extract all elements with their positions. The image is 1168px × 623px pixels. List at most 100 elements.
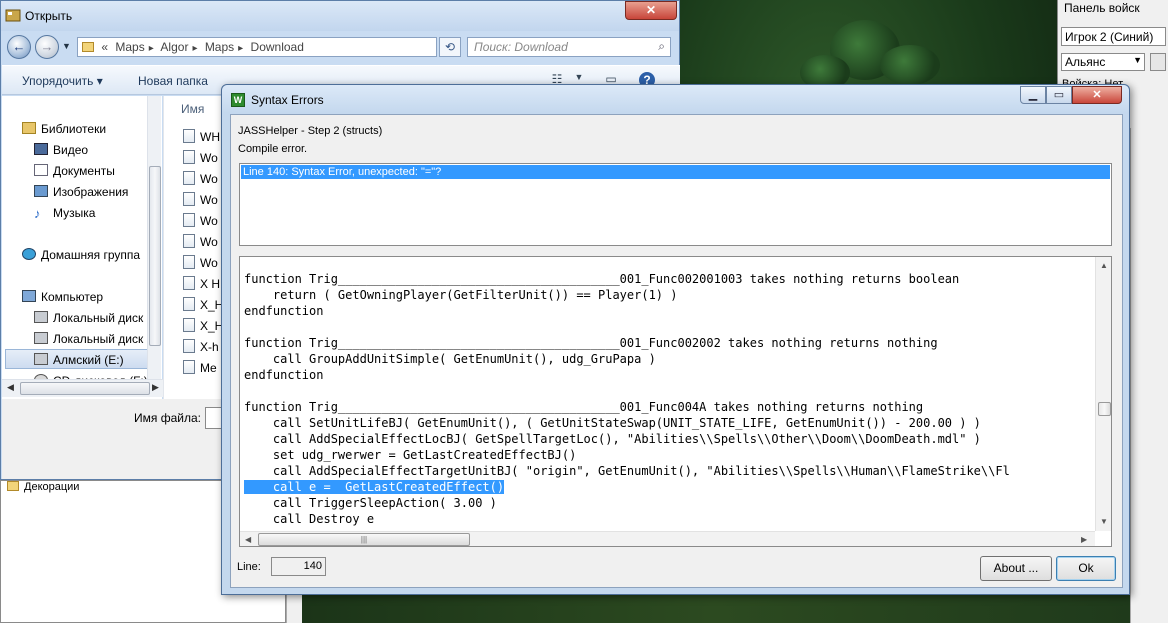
close-icon: ✕ [1092, 89, 1102, 101]
new-folder-button[interactable]: Новая папка [138, 74, 208, 88]
scrollbar-thumb[interactable] [1098, 402, 1111, 416]
column-header-name[interactable]: Имя [181, 102, 204, 116]
search-input[interactable]: Поиск: Download ⌕ [467, 37, 671, 57]
error-item[interactable]: Line 140: Syntax Error, unexpected: "="? [241, 165, 1110, 179]
open-window-icon [5, 9, 21, 22]
scrollbar-thumb[interactable] [20, 382, 150, 395]
tree-decoration [880, 45, 940, 85]
nav-item-drive-c[interactable]: Локальный диск (C:) [34, 308, 148, 328]
chevron-down-icon: ▼ [1133, 55, 1142, 65]
list-item[interactable]: Wo [183, 148, 223, 168]
code-line[interactable]: call SetUnitLifeBJ( GetEnumUnit(), ( Get… [244, 415, 981, 431]
map-file-icon [183, 234, 195, 248]
list-item[interactable]: Wo [183, 253, 223, 273]
maximize-button[interactable]: ▭ [1046, 86, 1072, 104]
map-file-icon [183, 318, 195, 332]
computer-icon [22, 290, 36, 302]
minimize-button[interactable]: ▁ [1020, 86, 1046, 104]
breadcrumb-item[interactable]: Maps [205, 40, 234, 54]
forward-button[interactable]: → [35, 35, 59, 59]
scroll-up-icon[interactable]: ▲ [1100, 261, 1108, 270]
list-item[interactable]: Me [183, 358, 223, 378]
scroll-right-icon[interactable]: ▶ [152, 382, 159, 393]
list-item[interactable]: Wo [183, 232, 223, 252]
code-line[interactable]: call AddSpecialEffectLocBJ( GetSpellTarg… [244, 431, 981, 447]
search-placeholder: Поиск: Download [474, 40, 568, 54]
open-window-titlebar: Открыть [1, 1, 679, 31]
homegroup-icon [22, 248, 36, 260]
troops-panel-title: Панель войск [1064, 1, 1140, 15]
breadcrumb-chevron-icon: ▸ [238, 43, 244, 54]
dialog-titlebar: W Syntax Errors [222, 85, 1129, 113]
code-line[interactable]: call TriggerSleepAction( 3.00 ) [244, 495, 497, 511]
code-line[interactable]: call Destroy e [244, 511, 374, 527]
refresh-button[interactable]: ⟲ [439, 37, 461, 57]
list-item[interactable]: WH [183, 127, 223, 147]
file-name-bar: Имя файла: [2, 399, 225, 479]
list-item[interactable]: X-h [183, 337, 223, 357]
map-file-icon [183, 171, 195, 185]
breadcrumb-overflow[interactable]: « [101, 40, 108, 54]
team-options-button[interactable] [1150, 53, 1166, 71]
list-item[interactable]: X H [183, 274, 223, 294]
nav-item-drive-e[interactable]: Алмский (E:) [5, 349, 148, 369]
code-line[interactable]: function Trig___________________________… [244, 399, 923, 415]
close-button[interactable]: ✕ [1072, 86, 1122, 104]
scrollbar-thumb[interactable] [149, 166, 161, 346]
code-line[interactable]: function Trig___________________________… [244, 335, 938, 351]
code-view[interactable]: function Trig___________________________… [239, 256, 1112, 547]
list-item[interactable]: Wo [183, 169, 223, 189]
code-line[interactable]: call GroupAddUnitSimple( GetEnumUnit(), … [244, 351, 656, 367]
folder-icon [82, 42, 94, 52]
nav-pane-scrollbar[interactable] [147, 96, 161, 379]
recent-locations-icon[interactable]: ▼ [62, 41, 71, 51]
breadcrumb-item[interactable]: Algor [160, 40, 188, 54]
jasshelper-icon: W [231, 93, 245, 107]
map-file-icon [183, 213, 195, 227]
code-line-highlighted[interactable]: call e = GetLastCreatedEffect() [244, 479, 505, 495]
error-list[interactable]: Line 140: Syntax Error, unexpected: "="? [239, 163, 1112, 246]
list-item[interactable]: X_H [183, 316, 223, 336]
line-number-field: 140 [271, 557, 326, 576]
scrollbar-thumb[interactable]: ||| [258, 533, 470, 546]
list-item[interactable]: Wo [183, 190, 223, 210]
drive-icon [34, 353, 48, 365]
scroll-right-icon[interactable]: ▶ [1081, 535, 1087, 544]
address-bar[interactable]: « Maps ▸ Algor ▸ Maps ▸ Download [77, 37, 437, 57]
drive-icon [34, 332, 48, 344]
list-item[interactable]: X_H [183, 295, 223, 315]
scroll-left-icon[interactable]: ◀ [7, 382, 14, 393]
about-button[interactable]: About ... [980, 556, 1052, 581]
file-name-label: Имя файла: [134, 411, 201, 425]
drive-icon [34, 311, 48, 323]
scroll-left-icon[interactable]: ◀ [245, 535, 251, 544]
maximize-icon: ▭ [1053, 89, 1065, 101]
close-button[interactable]: ✕ [625, 1, 677, 20]
code-line[interactable]: set udg_rwerwer = GetLastCreatedEffectBJ… [244, 447, 576, 463]
map-file-icon [183, 129, 195, 143]
code-line[interactable]: function Trig___________________________… [244, 271, 959, 287]
libraries-icon [22, 122, 36, 134]
ok-button[interactable]: Ok [1056, 556, 1116, 581]
organize-button[interactable]: Упорядочить ▾ [22, 74, 103, 88]
nav-item-drive-d[interactable]: Локальный диск (D:) [34, 329, 148, 349]
code-hscrollbar[interactable]: ◀ ||| ▶ [240, 531, 1095, 546]
scroll-down-icon[interactable]: ▼ [1100, 517, 1108, 526]
breadcrumb-item[interactable]: Download [251, 40, 304, 54]
code-line[interactable]: endfunction [244, 367, 323, 383]
code-vscrollbar[interactable]: ▲ ▼ [1095, 257, 1111, 531]
team-select[interactable]: Альянс ▼ [1061, 53, 1145, 71]
list-item[interactable]: Wo [183, 211, 223, 231]
code-line[interactable]: endfunction [244, 303, 323, 319]
team-select-value: Альянс [1065, 55, 1106, 69]
list-item[interactable]: Декорации [7, 481, 79, 493]
dialog-title: Syntax Errors [251, 93, 324, 107]
code-line[interactable]: return ( GetOwningPlayer(GetFilterUnit()… [244, 287, 678, 303]
documents-icon [34, 164, 48, 176]
code-line[interactable]: call AddSpecialEffectTargetUnitBJ( "orig… [244, 463, 1010, 479]
nav-pane-hscrollbar[interactable]: ◀ ▶ [2, 379, 164, 397]
back-button[interactable]: ← [7, 35, 31, 59]
dialog-body: JASSHelper - Step 2 (structs) Compile er… [230, 114, 1123, 588]
player-field[interactable]: Игрок 2 (Синий) [1061, 27, 1166, 46]
breadcrumb-item[interactable]: Maps [115, 40, 144, 54]
